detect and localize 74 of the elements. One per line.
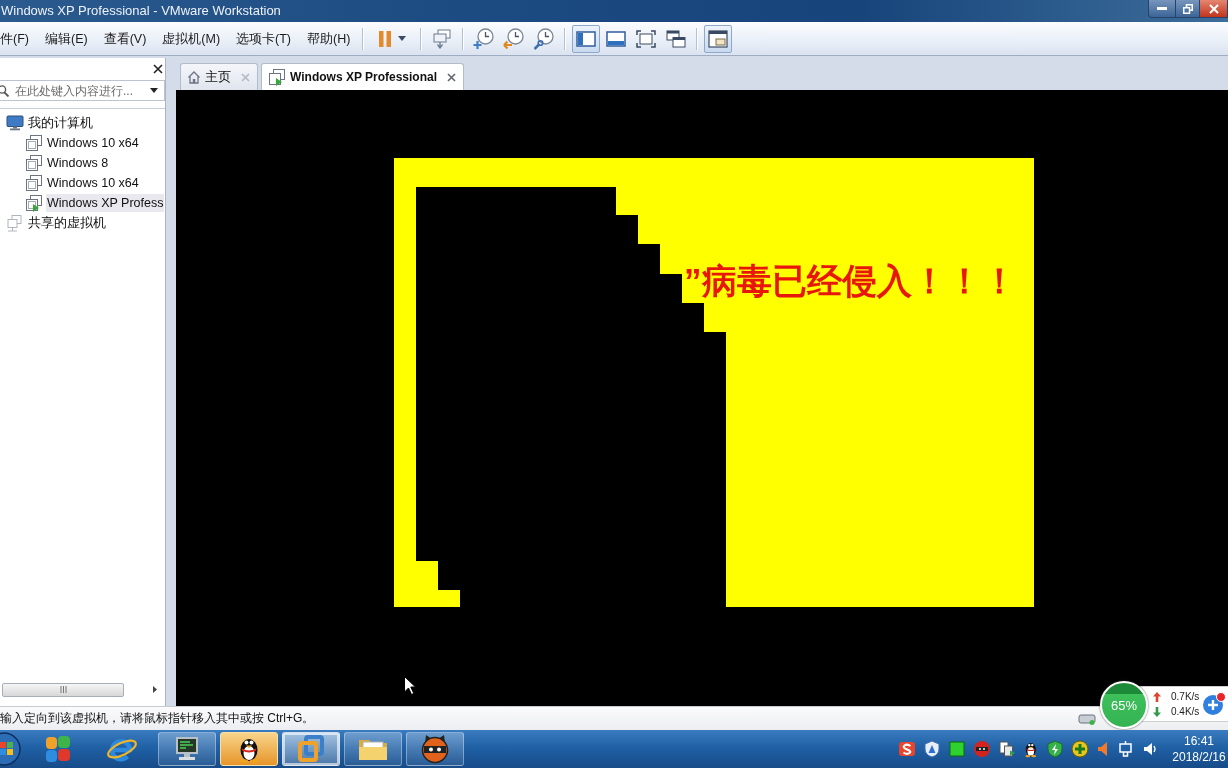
minimize-icon [1157, 7, 1167, 10]
tree-item[interactable]: Windows 10 x64 [46, 174, 140, 192]
ninja-icon[interactable] [973, 740, 991, 758]
device-arrow-icon[interactable] [998, 740, 1016, 758]
penguin-icon[interactable] [1023, 740, 1039, 758]
close-button[interactable] [1200, 0, 1228, 18]
vm-icon [268, 68, 286, 86]
bottom-bar-layout-icon [606, 29, 627, 48]
tree-item[interactable]: Windows XP Profess [46, 194, 165, 212]
home-icon [187, 70, 201, 84]
taskbar-button[interactable] [220, 732, 278, 766]
clock-arrow-icon [503, 27, 526, 50]
fullscreen-icon [636, 29, 657, 48]
start-orb-icon [0, 732, 22, 766]
scrollbar-thumb[interactable] [2, 682, 124, 697]
window-title: Windows XP Professional - VMware Workstation [0, 2, 282, 20]
plus-circle-icon[interactable] [1071, 740, 1089, 758]
up-arrow-icon [1153, 691, 1161, 702]
tree-item[interactable]: 共享的虚拟机 [27, 214, 107, 232]
clock-wrench-icon [533, 27, 556, 50]
download-speed: 0.4K/s [1171, 705, 1200, 718]
tree-item[interactable]: Windows 10 x64 [46, 134, 140, 152]
cursor-icon [404, 676, 416, 695]
clock-date: 2018/2/16 [1172, 749, 1226, 765]
menu-item[interactable]: 查看(V) [103, 28, 147, 49]
plus-circle-icon[interactable] [1202, 692, 1226, 716]
thumbnail-layout-icon [708, 29, 729, 48]
sidebar-layout-icon [576, 29, 597, 48]
tab[interactable]: Windows XP Professional [261, 63, 465, 90]
caret-icon [398, 36, 407, 41]
start-button[interactable] [0, 732, 22, 766]
menu-item[interactable]: 虚拟机(M) [162, 28, 221, 49]
restore-icon [1182, 3, 1193, 14]
tab[interactable]: 主页 [180, 63, 258, 90]
square-icon[interactable] [948, 740, 966, 758]
cartoon-cat-icon [420, 734, 450, 764]
down-arrow-icon [1153, 706, 1161, 717]
s-logo-icon[interactable] [898, 740, 916, 758]
upload-speed: 0.7K/s [1171, 690, 1200, 703]
menu-item[interactable]: 帮助(H) [307, 28, 351, 49]
close-icon [1208, 3, 1219, 14]
computer-icon [6, 115, 24, 131]
four-squares-icon [43, 734, 73, 764]
network-icon[interactable] [1117, 740, 1135, 758]
caret-icon[interactable] [150, 88, 158, 93]
clock[interactable]: 16:41 2018/2/16 [1170, 733, 1228, 765]
shield-bolt-icon[interactable] [1046, 740, 1064, 758]
shared-vm-icon [6, 214, 24, 232]
clock-time: 16:41 [1184, 733, 1214, 749]
arrow-right-icon[interactable] [153, 686, 157, 693]
minimize-button[interactable] [1148, 0, 1176, 18]
warning-message: ”病毒已经侵入！！！ [684, 260, 1017, 302]
shield-icon[interactable] [923, 740, 941, 758]
overlapping-windows-icon [666, 29, 687, 48]
close-icon[interactable] [153, 64, 163, 74]
tree-item[interactable]: 我的计算机 [27, 114, 94, 132]
overlapping-squares-icon [296, 734, 326, 764]
volume-icon[interactable] [1142, 740, 1158, 758]
toolbar-button[interactable] [572, 24, 601, 53]
hard-drive-icon[interactable] [1078, 711, 1096, 726]
search-icon [0, 84, 10, 97]
restore-button[interactable] [1176, 0, 1200, 18]
clock-plus-icon [473, 27, 496, 50]
search-field[interactable]: 在此处键入内容进行... [0, 80, 165, 101]
status-text: 输入定向到该虚拟机，请将鼠标指针移入其中或按 Ctrl+G。 [0, 710, 315, 727]
stacked-screens-icon [432, 28, 453, 49]
menu-item[interactable]: 选项卡(T) [236, 28, 292, 49]
toolbar-button[interactable] [704, 24, 733, 53]
speaker-icon[interactable] [1096, 740, 1110, 758]
menu-item[interactable]: 编辑(E) [44, 28, 88, 49]
tree-item[interactable]: Windows 8 [46, 154, 110, 172]
grip-icon [59, 686, 67, 693]
pause-icon [378, 29, 393, 48]
menu-item[interactable]: 件(F) [0, 28, 29, 49]
